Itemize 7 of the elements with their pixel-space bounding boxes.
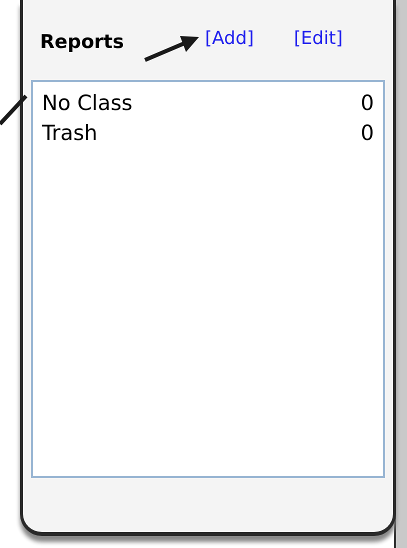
list-item-count: 0 bbox=[360, 120, 374, 147]
list-item-count: 0 bbox=[360, 90, 374, 117]
panel-link[interactable]: [Edit] bbox=[294, 24, 343, 52]
list-item-name[interactable]: No Class bbox=[42, 88, 132, 118]
panel-title: Reports bbox=[40, 30, 125, 55]
panel-link[interactable]: [Add] bbox=[205, 24, 254, 52]
list-item-name[interactable]: Trash bbox=[42, 118, 98, 148]
